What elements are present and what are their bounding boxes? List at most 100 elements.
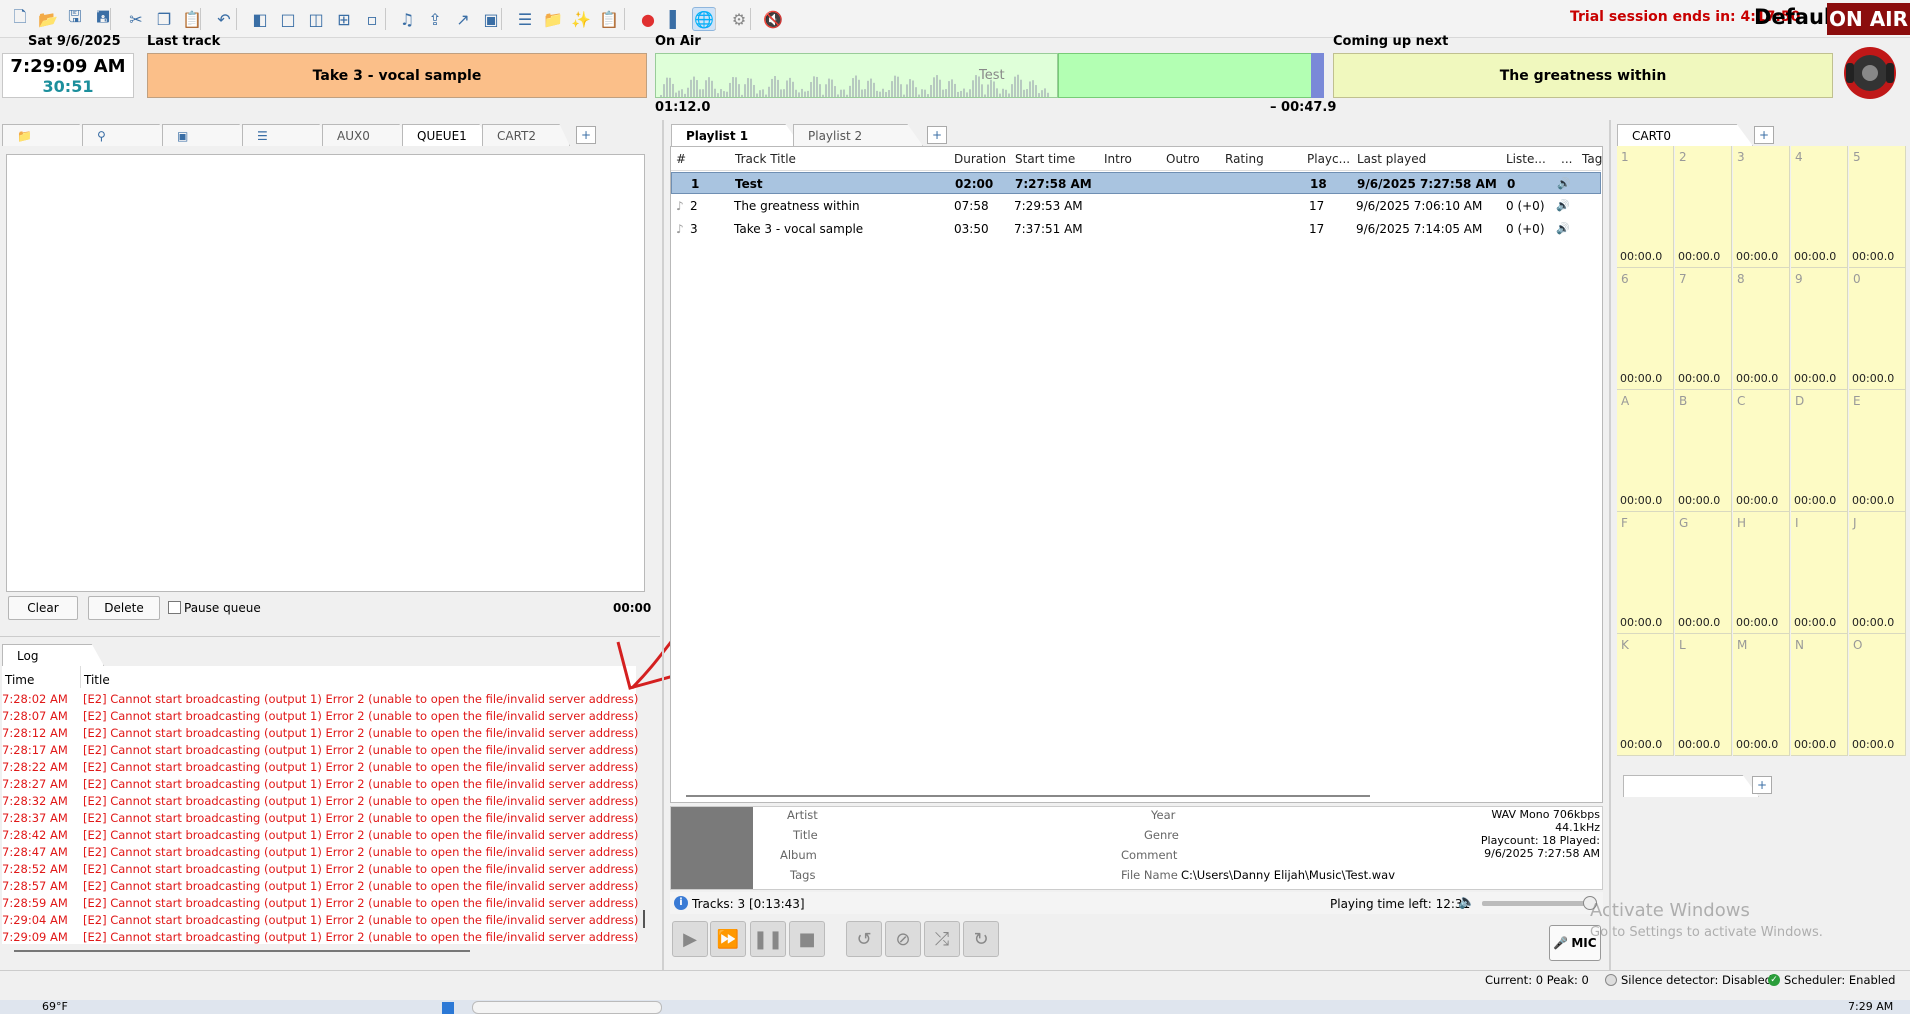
disable-button[interactable]: ⊘ xyxy=(885,921,921,957)
col-listeners[interactable]: Liste... xyxy=(1506,152,1546,166)
cart-slot[interactable]: F 00:00.0 xyxy=(1617,512,1674,634)
speaker-icon[interactable]: 🔊 xyxy=(1556,199,1570,212)
delete-button[interactable]: Delete xyxy=(88,596,160,620)
cart-slot[interactable]: J 00:00.0 xyxy=(1849,512,1906,634)
save-as-icon[interactable]: 🖪 xyxy=(91,7,115,31)
tab-cart0[interactable]: CART0 xyxy=(1617,124,1753,146)
layout-small-icon[interactable]: ▫ xyxy=(360,7,384,31)
tab-log[interactable]: Log xyxy=(2,644,104,666)
cart-slot[interactable]: O 00:00.0 xyxy=(1849,634,1906,756)
tab-queue1[interactable]: QUEUE1 xyxy=(402,124,490,146)
new-icon[interactable]: 🗋 xyxy=(8,7,32,31)
log-row[interactable]: 7:28:02 AM [E2] Cannot start broadcasting… xyxy=(2,692,638,709)
log-row[interactable]: 7:29:09 AM [E2] Cannot start broadcasting… xyxy=(2,930,638,947)
col-track-title[interactable]: Track Title xyxy=(735,152,796,166)
cart-slot[interactable]: 1 00:00.0 xyxy=(1617,146,1674,268)
on-air-waveform[interactable]: Test xyxy=(655,53,1058,98)
log-row[interactable]: 7:28:57 AM [E2] Cannot start broadcasting… xyxy=(2,879,638,896)
cart-slot[interactable]: 3 00:00.0 xyxy=(1733,146,1790,268)
splitter-left[interactable] xyxy=(662,120,664,970)
speaker-icon[interactable]: 🔊 xyxy=(1557,177,1571,190)
record-icon[interactable]: ● xyxy=(636,7,660,31)
add-cart2-icon[interactable]: + xyxy=(1752,776,1772,794)
cart-slot[interactable]: C 00:00.0 xyxy=(1733,390,1790,512)
log-row[interactable]: 7:29:04 AM [E2] Cannot start broadcasting… xyxy=(2,913,638,930)
loop-button[interactable]: ↻ xyxy=(963,921,999,957)
cart-slot[interactable]: I 00:00.0 xyxy=(1791,512,1848,634)
playlist-hscrollbar[interactable] xyxy=(686,795,1370,797)
cart-slot[interactable]: 8 00:00.0 xyxy=(1733,268,1790,390)
playlist-row[interactable]: 2 The greatness within 07:58 7:29:53 AM 17 9/… xyxy=(671,195,1601,217)
log-row[interactable]: 7:28:59 AM [E2] Cannot start broadcasting… xyxy=(2,896,638,913)
last-track-box[interactable]: Take 3 - vocal sample xyxy=(147,53,647,98)
col-duration[interactable]: Duration xyxy=(954,152,1006,166)
cart-slot[interactable]: G 00:00.0 xyxy=(1675,512,1732,634)
col-tag[interactable]: Tag xyxy=(1582,152,1602,166)
pause-button[interactable]: ❚❚ xyxy=(750,921,786,957)
open-icon[interactable]: 📂 xyxy=(36,7,60,31)
log-scrollbar[interactable] xyxy=(643,910,645,928)
log-row[interactable]: 7:28:42 AM [E2] Cannot start broadcasting… xyxy=(2,828,638,845)
mute-icon[interactable]: 🔇 xyxy=(761,7,785,31)
log-row[interactable]: 7:28:32 AM [E2] Cannot start broadcasting… xyxy=(2,794,638,811)
wizard-icon[interactable]: ✨ xyxy=(569,7,593,31)
tab-playlist-1[interactable]: Playlist 1 xyxy=(671,124,801,146)
layout-split-icon[interactable]: ◫ xyxy=(304,7,328,31)
queue-list[interactable] xyxy=(6,154,645,592)
cut-icon[interactable]: ✂ xyxy=(124,7,148,31)
col-intro[interactable]: Intro xyxy=(1104,152,1132,166)
speaker-icon[interactable]: 🔊 xyxy=(1556,222,1570,235)
cart-slot[interactable]: 2 00:00.0 xyxy=(1675,146,1732,268)
tab-cart-empty[interactable] xyxy=(1623,775,1759,797)
tab-equalizer[interactable]: ☰ xyxy=(242,124,330,146)
tab-playlist-2[interactable]: Playlist 2 xyxy=(793,124,923,146)
col-more[interactable]: ... xyxy=(1561,152,1572,166)
cart-slot[interactable]: 9 00:00.0 xyxy=(1791,268,1848,390)
col-start-time[interactable]: Start time xyxy=(1015,152,1075,166)
cart-slot[interactable]: A 00:00.0 xyxy=(1617,390,1674,512)
cart-slot[interactable]: 7 00:00.0 xyxy=(1675,268,1732,390)
start-icon[interactable] xyxy=(442,1002,454,1014)
col-last-played[interactable]: Last played xyxy=(1357,152,1426,166)
log-hscrollbar[interactable] xyxy=(14,950,470,952)
tab-cart2[interactable]: CART2 xyxy=(482,124,570,146)
copy-icon[interactable]: ❐ xyxy=(152,7,176,31)
insert-alt-icon[interactable]: ⇪ xyxy=(423,7,447,31)
add-playlist-icon[interactable]: + xyxy=(927,126,947,144)
undo-icon[interactable]: ↶ xyxy=(212,7,236,31)
play-button[interactable]: ▶ xyxy=(672,921,708,957)
add-cart-icon[interactable]: + xyxy=(1754,126,1774,144)
add-tab-icon[interactable]: + xyxy=(576,126,596,144)
col-number[interactable]: # xyxy=(676,152,686,166)
log-row[interactable]: 7:28:37 AM [E2] Cannot start broadcasting… xyxy=(2,811,638,828)
col-outro[interactable]: Outro xyxy=(1166,152,1200,166)
playlist-row[interactable]: 3 Take 3 - vocal sample 03:50 7:37:51 AM 17 9… xyxy=(671,218,1601,240)
tab-image[interactable]: ▣ xyxy=(162,124,250,146)
cart-slot[interactable]: K 00:00.0 xyxy=(1617,634,1674,756)
next-button[interactable]: ⏩ xyxy=(710,921,746,957)
clipboard-icon[interactable]: 📋 xyxy=(597,7,621,31)
settings-gear-icon[interactable]: ⚙ xyxy=(727,7,751,31)
chart-icon[interactable]: ▌ xyxy=(664,7,688,31)
save-icon[interactable]: 🖫 xyxy=(63,7,87,31)
layout-grid-icon[interactable]: ⊞ xyxy=(332,7,356,31)
tab-search[interactable]: ⚲ xyxy=(82,124,170,146)
pause-queue-checkbox[interactable] xyxy=(168,601,181,614)
cart-slot[interactable]: 6 00:00.0 xyxy=(1617,268,1674,390)
splitter-right[interactable] xyxy=(1609,120,1611,970)
tab-aux0[interactable]: AUX0 xyxy=(322,124,410,146)
insert-image-icon[interactable]: ▣ xyxy=(479,7,503,31)
playlist-row[interactable]: 1 Test 02:00 7:27:58 AM 18 9/6/2025 7:27:58 A… xyxy=(671,172,1601,194)
col-playcount[interactable]: Playc... xyxy=(1307,152,1350,166)
folder-music-icon[interactable]: 📁 xyxy=(541,7,565,31)
cart-slot[interactable]: 5 00:00.0 xyxy=(1849,146,1906,268)
tab-files[interactable]: 📁 xyxy=(2,124,90,146)
clear-button[interactable]: Clear xyxy=(8,596,78,620)
replay-button[interactable]: ↺ xyxy=(846,921,882,957)
log-row[interactable]: 7:28:17 AM [E2] Cannot start broadcasting… xyxy=(2,743,638,760)
playlist-add-icon[interactable]: ☰ xyxy=(513,7,537,31)
globe-icon[interactable]: 🌐 xyxy=(692,7,716,31)
insert-file-icon[interactable]: ↗ xyxy=(451,7,475,31)
cart-slot[interactable]: B 00:00.0 xyxy=(1675,390,1732,512)
stop-button[interactable]: ■ xyxy=(789,921,825,957)
